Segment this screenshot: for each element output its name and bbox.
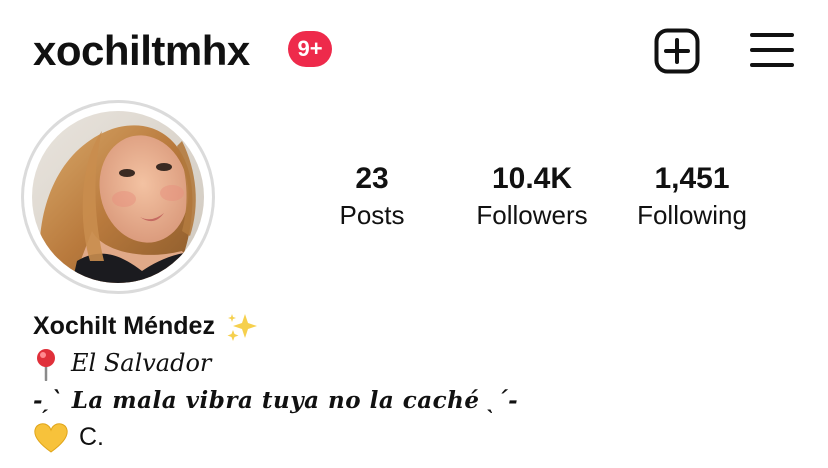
following-count: 1,451: [654, 162, 730, 195]
followers-count: 10.4K: [491, 162, 573, 195]
bio-quote-line: -ˏˋ La mala vibra tuya no la caché ˎˊ-: [33, 382, 813, 419]
avatar[interactable]: [32, 111, 204, 283]
following-label: Following: [637, 200, 747, 230]
menu-button[interactable]: [750, 30, 794, 70]
plus-square-icon: [654, 28, 700, 74]
new-post-button[interactable]: [654, 28, 700, 74]
bio-heart-line: C.: [33, 419, 813, 456]
location-text: El Salvador: [71, 349, 212, 377]
followers-label: Followers: [476, 200, 588, 230]
posts-stat[interactable]: 23 Posts: [282, 160, 462, 232]
profile-bio: Xochilt Méndez El Salvador -ˏˋ La mala v…: [33, 308, 813, 456]
yellow-heart-icon: [33, 422, 69, 454]
profile-header: xochiltmhx 9+: [0, 0, 828, 100]
sparkles-icon: [225, 312, 259, 342]
notification-badge[interactable]: 9+: [288, 31, 332, 67]
profile-photo: [32, 111, 204, 283]
bio-initial: C.: [79, 423, 104, 451]
posts-label: Posts: [339, 200, 405, 230]
display-name: Xochilt Méndez: [33, 312, 215, 340]
followers-stat[interactable]: 10.4K Followers: [442, 160, 622, 232]
round-pushpin-icon: [33, 347, 59, 381]
bio-quote: -ˏˋ La mala vibra tuya no la caché ˎˊ-: [33, 387, 519, 414]
posts-count: 23: [355, 162, 389, 195]
bio-name-line: Xochilt Méndez: [33, 308, 813, 345]
hamburger-menu-icon: [750, 33, 794, 67]
following-stat[interactable]: 1,451 Following: [602, 160, 782, 232]
bio-location-line: El Salvador: [33, 345, 813, 382]
username[interactable]: xochiltmhx: [33, 26, 250, 76]
